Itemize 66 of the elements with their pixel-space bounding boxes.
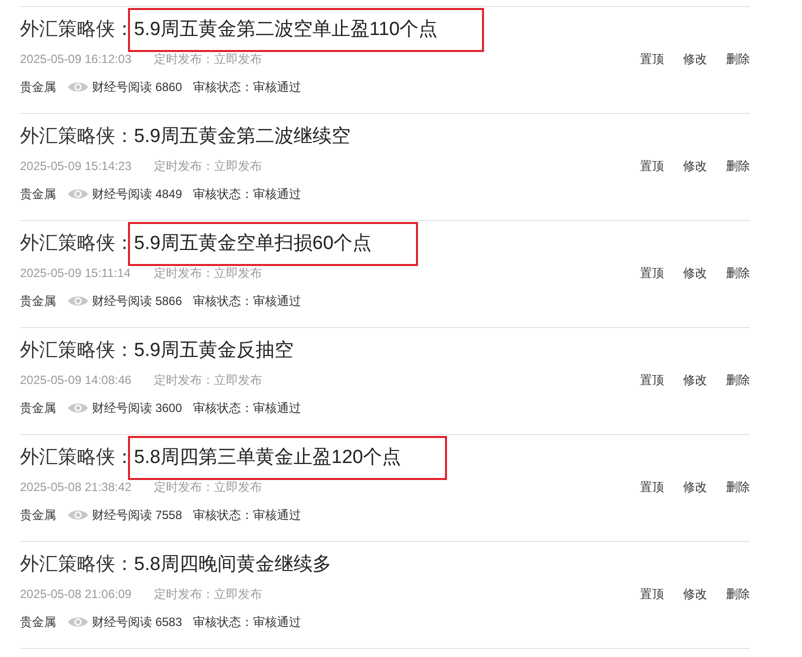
action-link[interactable]: 修改 <box>683 264 707 282</box>
eye-icon <box>68 509 88 521</box>
publish-schedule: 定时发布：立即发布 <box>154 158 262 174</box>
action-link[interactable]: 修改 <box>683 586 707 602</box>
action-link[interactable]: 删除 <box>726 158 750 174</box>
publish-schedule: 定时发布：立即发布 <box>154 586 262 602</box>
action-link[interactable]: 置顶 <box>640 264 664 282</box>
read-count: 财经号阅读 7558 <box>92 506 182 524</box>
category-label: 贵金属 <box>20 292 56 310</box>
eye-icon <box>68 81 88 93</box>
category-label: 贵金属 <box>20 400 56 416</box>
action-link[interactable]: 修改 <box>683 158 707 174</box>
review-status: 审核状态：审核通过 <box>193 506 302 524</box>
eye-icon <box>68 402 88 414</box>
post-title[interactable]: 5.9周五黄金反抽空 <box>134 337 294 363</box>
eye-icon <box>68 616 88 628</box>
author-name: 外汇策略侠： <box>20 18 134 42</box>
action-link[interactable]: 修改 <box>683 50 707 68</box>
publish-schedule: 定时发布：立即发布 <box>154 478 262 496</box>
post-title[interactable]: 5.8周四晚间黄金继续多 <box>134 551 332 577</box>
post-time: 2025-05-09 15:14:23 <box>20 159 132 173</box>
author-name: 外汇策略侠： <box>20 125 134 149</box>
review-status: 审核状态：审核通过 <box>193 292 302 310</box>
action-link[interactable]: 删除 <box>726 372 750 388</box>
action-link[interactable]: 删除 <box>726 264 750 282</box>
action-link[interactable]: 修改 <box>683 372 707 388</box>
review-status: 审核状态：审核通过 <box>193 400 302 416</box>
action-link[interactable]: 置顶 <box>640 372 664 388</box>
post-time: 2025-05-09 15:11:14 <box>20 266 132 280</box>
publish-schedule: 定时发布：立即发布 <box>154 372 262 388</box>
eye-icon <box>68 295 88 307</box>
action-link[interactable]: 置顶 <box>640 478 664 496</box>
read-count: 财经号阅读 5866 <box>92 292 182 310</box>
post-title[interactable]: 5.9周五黄金第二波继续空 <box>134 123 350 149</box>
post-time: 2025-05-08 21:38:42 <box>20 480 132 494</box>
post-time: 2025-05-08 21:06:09 <box>20 587 132 601</box>
publish-schedule: 定时发布：立即发布 <box>154 50 262 68</box>
read-count: 财经号阅读 6860 <box>92 78 182 96</box>
category-label: 贵金属 <box>20 78 56 96</box>
eye-icon <box>68 188 88 200</box>
read-count: 财经号阅读 4849 <box>92 186 182 202</box>
post-title[interactable]: 5.8周四第三单黄金止盈120个点 <box>134 444 402 470</box>
author-name: 外汇策略侠： <box>20 553 134 577</box>
post-title[interactable]: 5.9周五黄金第二波空单止盈110个点 <box>134 16 438 42</box>
category-label: 贵金属 <box>20 614 56 630</box>
category-label: 贵金属 <box>20 186 56 202</box>
action-link[interactable]: 删除 <box>726 50 750 68</box>
review-status: 审核状态：审核通过 <box>193 186 302 202</box>
author-name: 外汇策略侠： <box>20 446 134 470</box>
action-link[interactable]: 置顶 <box>640 158 664 174</box>
post-time: 2025-05-09 14:08:46 <box>20 373 132 387</box>
read-count: 财经号阅读 3600 <box>92 400 182 416</box>
action-link[interactable]: 删除 <box>726 586 750 602</box>
action-link[interactable]: 删除 <box>726 478 750 496</box>
category-label: 贵金属 <box>20 506 56 524</box>
action-link[interactable]: 置顶 <box>640 586 664 602</box>
author-name: 外汇策略侠： <box>20 339 134 363</box>
action-link[interactable]: 置顶 <box>640 50 664 68</box>
action-link[interactable]: 修改 <box>683 478 707 496</box>
review-status: 审核状态：审核通过 <box>193 614 302 630</box>
post-time: 2025-05-09 16:12:03 <box>20 52 132 66</box>
publish-schedule: 定时发布：立即发布 <box>154 264 262 282</box>
post-title[interactable]: 5.9周五黄金空单扫损60个点 <box>134 230 372 256</box>
author-name: 外汇策略侠： <box>20 232 134 256</box>
review-status: 审核状态：审核通过 <box>193 78 302 96</box>
read-count: 财经号阅读 6583 <box>92 614 182 630</box>
